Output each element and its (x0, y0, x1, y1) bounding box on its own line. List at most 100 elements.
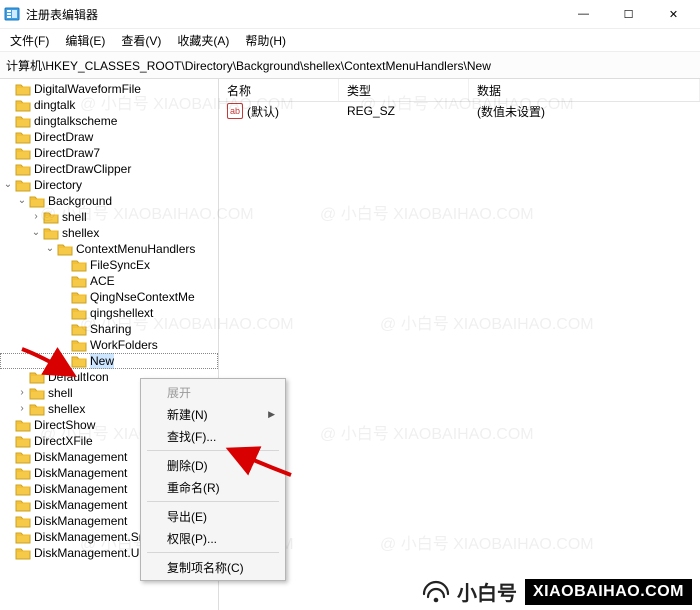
col-name[interactable]: 名称 (219, 79, 339, 101)
folder-icon (71, 322, 87, 336)
tree-item-label: DiskManagement (34, 497, 127, 513)
tree-item-label: DiskManagement (34, 481, 127, 497)
menu-view[interactable]: 查看(V) (115, 30, 167, 51)
ctx-separator (147, 501, 279, 502)
folder-icon (29, 402, 45, 416)
collapse-icon[interactable]: ⌄ (2, 177, 14, 193)
folder-icon (15, 546, 31, 560)
folder-icon (29, 370, 45, 384)
folder-icon (15, 514, 31, 528)
tree-item-label: shellex (62, 225, 99, 241)
branding-domain: XIAOBAIHAO.COM (525, 579, 692, 605)
tree-item-label: Sharing (90, 321, 131, 337)
col-type[interactable]: 类型 (339, 79, 469, 101)
value-data: (数值未设置) (469, 103, 700, 120)
tree-item-label: DiskManagement (34, 465, 127, 481)
regedit-icon (4, 6, 20, 22)
folder-icon (15, 82, 31, 96)
list-row[interactable]: ab (默认) REG_SZ (数值未设置) (219, 102, 700, 120)
ctx-find[interactable]: 查找(F)... (143, 425, 283, 447)
menu-favorites[interactable]: 收藏夹(A) (171, 30, 235, 51)
folder-icon (15, 178, 31, 192)
minimize-button[interactable]: — (561, 0, 606, 28)
folder-icon (15, 146, 31, 160)
collapse-icon[interactable]: ⌄ (44, 241, 56, 257)
ctx-new[interactable]: 新建(N) ▶ (143, 403, 283, 425)
tree-item-label: DirectDraw7 (34, 145, 100, 161)
tree-item-label: DirectXFile (34, 433, 93, 449)
menu-bar: 文件(F) 编辑(E) 查看(V) 收藏夹(A) 帮助(H) (0, 29, 700, 51)
tree-item[interactable]: DirectDraw (0, 129, 218, 145)
folder-icon (43, 210, 59, 224)
tree-item[interactable]: Sharing (0, 321, 218, 337)
tree-item[interactable]: ⌄ ContextMenuHandlers (0, 241, 218, 257)
title-bar: 注册表编辑器 — ☐ ✕ (0, 0, 700, 29)
tree-item-label: New (90, 353, 114, 369)
tree-item[interactable]: qingshellext (0, 305, 218, 321)
tree-item[interactable]: DirectDraw7 (0, 145, 218, 161)
ctx-permissions[interactable]: 权限(P)... (143, 527, 283, 549)
folder-icon (15, 530, 31, 544)
tree-item[interactable]: WorkFolders (0, 337, 218, 353)
tree-item-label: DirectShow (34, 417, 95, 433)
branding: 小白号 XIAOBAIHAO.COM (421, 577, 692, 606)
ctx-separator (147, 450, 279, 451)
menu-file[interactable]: 文件(F) (4, 30, 55, 51)
expand-icon[interactable]: › (30, 209, 42, 225)
folder-icon (15, 98, 31, 112)
tree-item-label: ContextMenuHandlers (76, 241, 195, 257)
tree-item[interactable]: QingNseContextMe (0, 289, 218, 305)
tree-item[interactable]: ⌄ shellex (0, 225, 218, 241)
folder-icon (71, 338, 87, 352)
menu-edit[interactable]: 编辑(E) (59, 30, 111, 51)
ctx-rename[interactable]: 重命名(R) (143, 476, 283, 498)
tree-item[interactable]: ACE (0, 273, 218, 289)
ctx-export[interactable]: 导出(E) (143, 505, 283, 527)
collapse-icon[interactable]: ⌄ (16, 193, 28, 209)
folder-icon (15, 114, 31, 128)
ctx-expand[interactable]: 展开 (143, 381, 283, 403)
tree-item-label: qingshellext (90, 305, 153, 321)
tree-item-label: DirectDraw (34, 129, 93, 145)
ctx-delete[interactable]: 删除(D) (143, 454, 283, 476)
folder-icon (71, 290, 87, 304)
tree-item[interactable]: › shell (0, 209, 218, 225)
value-name: (默认) (247, 103, 279, 120)
list-pane[interactable]: 名称 类型 数据 ab (默认) REG_SZ (数值未设置) (219, 79, 700, 610)
expand-icon[interactable]: › (16, 401, 28, 417)
folder-icon (15, 418, 31, 432)
tree-item[interactable]: DirectDrawClipper (0, 161, 218, 177)
tree-item-label: shell (48, 385, 73, 401)
submenu-arrow-icon: ▶ (268, 409, 275, 420)
value-type: REG_SZ (339, 104, 469, 118)
folder-icon (15, 450, 31, 464)
ctx-separator (147, 552, 279, 553)
maximize-button[interactable]: ☐ (606, 0, 651, 28)
tree-item[interactable]: ⌄ Background (0, 193, 218, 209)
tree-item[interactable]: dingtalk (0, 97, 218, 113)
col-data[interactable]: 数据 (469, 79, 700, 101)
tree-item-label: DefaultIcon (48, 369, 109, 385)
ctx-copy-key-name[interactable]: 复制项名称(C) (143, 556, 283, 578)
folder-icon (57, 242, 73, 256)
collapse-icon[interactable]: ⌄ (30, 225, 42, 241)
tree-item[interactable]: ⌄ Directory (0, 177, 218, 193)
address-path: 计算机\HKEY_CLASSES_ROOT\Directory\Backgrou… (6, 57, 491, 74)
folder-icon (29, 386, 45, 400)
tree-item[interactable]: DigitalWaveformFile (0, 81, 218, 97)
tree-item-label: DiskManagement (34, 513, 127, 529)
folder-icon (71, 354, 87, 368)
folder-icon (71, 306, 87, 320)
tree-item[interactable]: New (0, 353, 218, 369)
tree-item-label: ACE (90, 273, 115, 289)
menu-help[interactable]: 帮助(H) (239, 30, 292, 51)
folder-icon (15, 466, 31, 480)
address-bar[interactable]: 计算机\HKEY_CLASSES_ROOT\Directory\Backgrou… (0, 51, 700, 79)
tree-item[interactable]: FileSyncEx (0, 257, 218, 273)
wifi-icon (421, 580, 451, 604)
tree-item[interactable]: dingtalkscheme (0, 113, 218, 129)
close-button[interactable]: ✕ (651, 0, 696, 28)
expand-icon[interactable]: › (16, 385, 28, 401)
tree-item-label: Directory (34, 177, 82, 193)
folder-icon (15, 162, 31, 176)
